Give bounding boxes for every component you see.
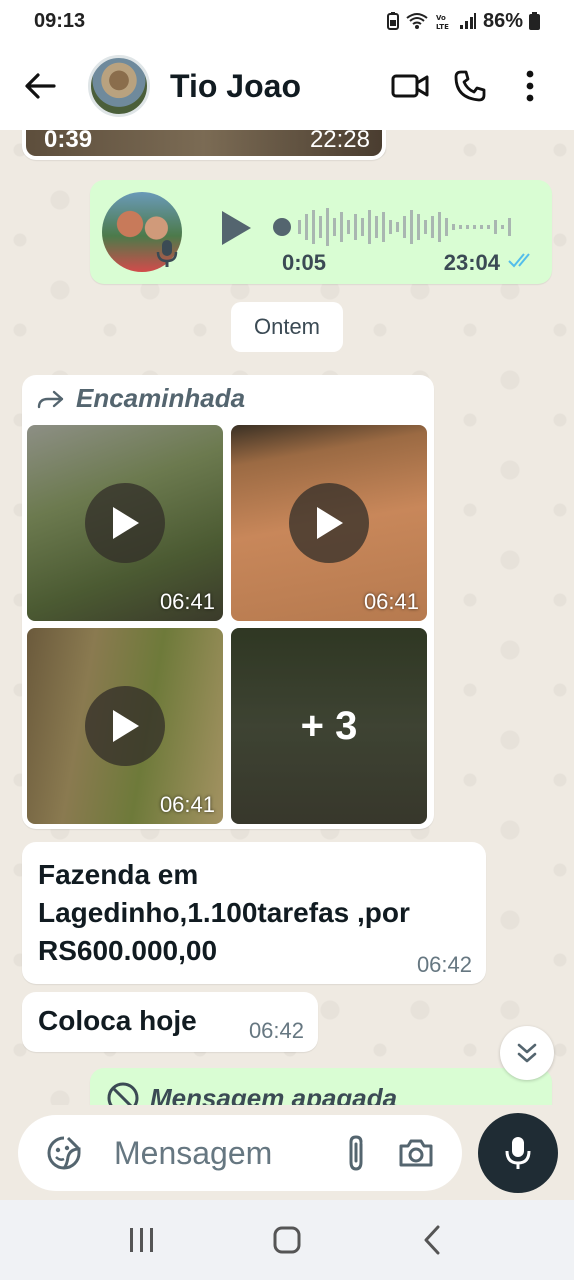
voice-waveform[interactable]	[272, 204, 542, 250]
wifi-icon	[405, 12, 429, 30]
more-options-button[interactable]	[500, 60, 560, 112]
phone-icon	[454, 70, 486, 102]
recents-icon	[130, 1228, 154, 1252]
svg-text:LTE: LTE	[436, 23, 449, 30]
camera-icon	[399, 1139, 433, 1167]
mic-icon	[505, 1137, 531, 1169]
contact-avatar[interactable]	[88, 55, 150, 117]
deleted-message-text: Mensagem apagada	[150, 1082, 398, 1106]
system-navigation-bar	[0, 1200, 574, 1280]
status-time: 09:13	[34, 9, 86, 32]
video-time: 06:41	[159, 589, 215, 614]
message-time: 06:42	[248, 1018, 304, 1043]
previous-media-time: 22:28	[309, 130, 370, 153]
more-vert-icon	[526, 70, 534, 102]
message-input[interactable]: Mensagem	[114, 1135, 326, 1172]
camera-button[interactable]	[386, 1123, 446, 1183]
text-message[interactable]: Fazenda em Lagedinho,1.100tarefas ,por R…	[22, 842, 486, 984]
double-check-icon	[508, 252, 536, 273]
signal-icon	[459, 12, 477, 30]
play-icon	[85, 686, 165, 766]
previous-media-message[interactable]: 0:39 22:28	[22, 130, 386, 160]
battery-percent: 86%	[482, 9, 523, 32]
voice-time: 23:04	[443, 250, 500, 275]
video-call-button[interactable]	[380, 60, 440, 112]
video-time: 06:41	[159, 792, 215, 817]
battery-icon	[529, 12, 540, 30]
previous-media-thumbnail[interactable]: 0:39 22:28	[26, 130, 382, 156]
chevrons-down-icon	[517, 1043, 537, 1063]
sticker-button[interactable]	[34, 1123, 94, 1183]
forwarded-label: Encaminhada	[76, 383, 246, 413]
chevron-left-icon	[424, 1225, 440, 1255]
text-message[interactable]: Coloca hoje 06:42	[22, 992, 318, 1052]
video-call-icon	[391, 74, 429, 98]
forwarded-header: Encaminhada	[36, 383, 245, 414]
album-video-thumbnail[interactable]: 06:41	[27, 425, 223, 621]
more-count: + 3	[231, 628, 427, 824]
date-separator: Ontem	[231, 302, 343, 352]
attach-icon	[349, 1135, 363, 1171]
play-icon	[85, 483, 165, 563]
album-video-thumbnail[interactable]: 06:41	[27, 628, 223, 824]
attach-button[interactable]	[326, 1123, 386, 1183]
back-arrow-icon	[25, 73, 56, 99]
scroll-to-bottom-button[interactable]	[500, 1026, 554, 1080]
message-time: 06:42	[416, 952, 472, 977]
forwarded-album-message[interactable]: Encaminhada 06:41 06:41 06:41 + 3	[22, 375, 434, 829]
deleted-message[interactable]: Mensagem apagada	[90, 1068, 552, 1105]
sticker-icon	[47, 1136, 81, 1170]
mic-icon	[154, 238, 180, 273]
chat-area[interactable]: 0:39 22:28 0:05 23:04 Ontem Encaminhada …	[0, 130, 574, 1105]
battery-saver-icon	[386, 12, 399, 30]
message-text: Fazenda em Lagedinho,1.100tarefas ,por R…	[38, 859, 410, 966]
play-icon	[289, 483, 369, 563]
svg-text:Vo: Vo	[436, 14, 446, 22]
message-input-bar[interactable]: Mensagem	[18, 1115, 462, 1191]
contact-name[interactable]: Tio Joao	[170, 68, 380, 105]
status-icons: Vo LTE 86%	[386, 9, 540, 33]
recents-button[interactable]	[107, 1210, 177, 1270]
video-time: 06:41	[363, 589, 419, 614]
forward-icon	[37, 390, 64, 408]
message-composer: Mensagem	[0, 1105, 574, 1200]
lte-icon: Vo LTE	[435, 12, 453, 30]
voice-record-button[interactable]	[478, 1113, 558, 1193]
play-icon	[222, 211, 251, 245]
voice-message[interactable]: 0:05 23:04	[90, 180, 552, 284]
album-video-thumbnail[interactable]: 06:41	[231, 425, 427, 621]
home-icon	[273, 1226, 301, 1254]
voice-play-button[interactable]	[218, 208, 254, 253]
home-button[interactable]	[252, 1210, 322, 1270]
album-more-tile[interactable]: + 3	[231, 628, 427, 824]
blocked-icon	[107, 1082, 139, 1105]
voice-call-button[interactable]	[440, 60, 500, 112]
back-nav-button[interactable]	[397, 1210, 467, 1270]
status-bar: 09:13 Vo LTE 86%	[0, 0, 574, 42]
voice-duration: 0:05	[282, 250, 327, 275]
previous-media-duration: 0:39	[44, 130, 93, 153]
chat-header: Tio Joao	[0, 42, 574, 130]
back-button[interactable]	[14, 60, 66, 112]
